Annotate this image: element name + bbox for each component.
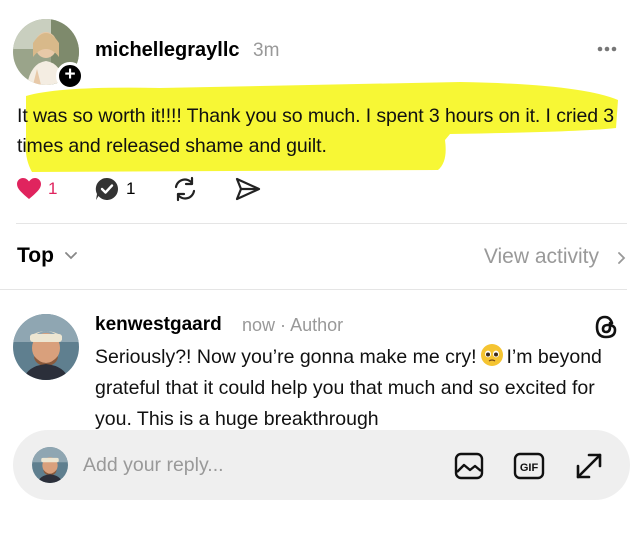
more-options-icon[interactable] bbox=[592, 38, 622, 60]
author-badge: Author bbox=[290, 315, 344, 335]
post-timestamp: 3m bbox=[253, 40, 280, 61]
repost-icon bbox=[174, 176, 196, 202]
sort-dropdown[interactable]: Top bbox=[17, 244, 54, 268]
reply-text: Seriously?! Now you’re gonna make me cry… bbox=[95, 342, 615, 435]
reply-composer: GIF bbox=[13, 430, 630, 500]
sort-row: Top View activity bbox=[17, 244, 627, 272]
reply-text-part-1: Seriously?! Now you’re gonna make me cry… bbox=[95, 346, 477, 368]
reply-count-button[interactable]: 1 bbox=[94, 175, 135, 203]
post: + michellegrayllc 3m It was so worth it!… bbox=[0, 0, 643, 225]
comment-check-icon bbox=[95, 177, 118, 200]
like-count: 1 bbox=[48, 179, 58, 198]
expand-icon[interactable] bbox=[573, 450, 605, 482]
reply-username[interactable]: kenwestgaard bbox=[95, 314, 222, 336]
post-username[interactable]: michellegrayllc bbox=[95, 39, 240, 62]
heart-icon bbox=[17, 178, 41, 199]
reply-author-avatar[interactable] bbox=[13, 314, 79, 380]
chevron-right-icon[interactable] bbox=[617, 251, 627, 265]
like-button[interactable]: 1 bbox=[16, 175, 57, 203]
reply-meta: now · Author bbox=[242, 315, 343, 336]
composer-avatar bbox=[32, 447, 68, 483]
reply-count: 1 bbox=[126, 179, 136, 198]
threads-logo-icon[interactable] bbox=[593, 313, 619, 341]
meta-separator: · bbox=[280, 315, 287, 335]
pleading-face-emoji bbox=[480, 344, 503, 366]
share-button[interactable] bbox=[234, 175, 262, 203]
repost-button[interactable] bbox=[171, 175, 199, 203]
post-text: It was so worth it!!!! Thank you so much… bbox=[17, 105, 615, 157]
reply-input[interactable] bbox=[83, 452, 423, 478]
view-activity-link[interactable]: View activity bbox=[484, 245, 599, 269]
divider bbox=[0, 289, 627, 290]
post-author-avatar[interactable]: + bbox=[13, 19, 84, 90]
image-icon[interactable] bbox=[453, 450, 485, 482]
divider bbox=[16, 223, 627, 224]
reply-time: now bbox=[242, 315, 276, 335]
gif-icon[interactable]: GIF bbox=[513, 450, 545, 482]
svg-text:GIF: GIF bbox=[520, 462, 539, 474]
send-icon bbox=[235, 177, 261, 201]
chevron-down-icon[interactable] bbox=[64, 251, 78, 261]
